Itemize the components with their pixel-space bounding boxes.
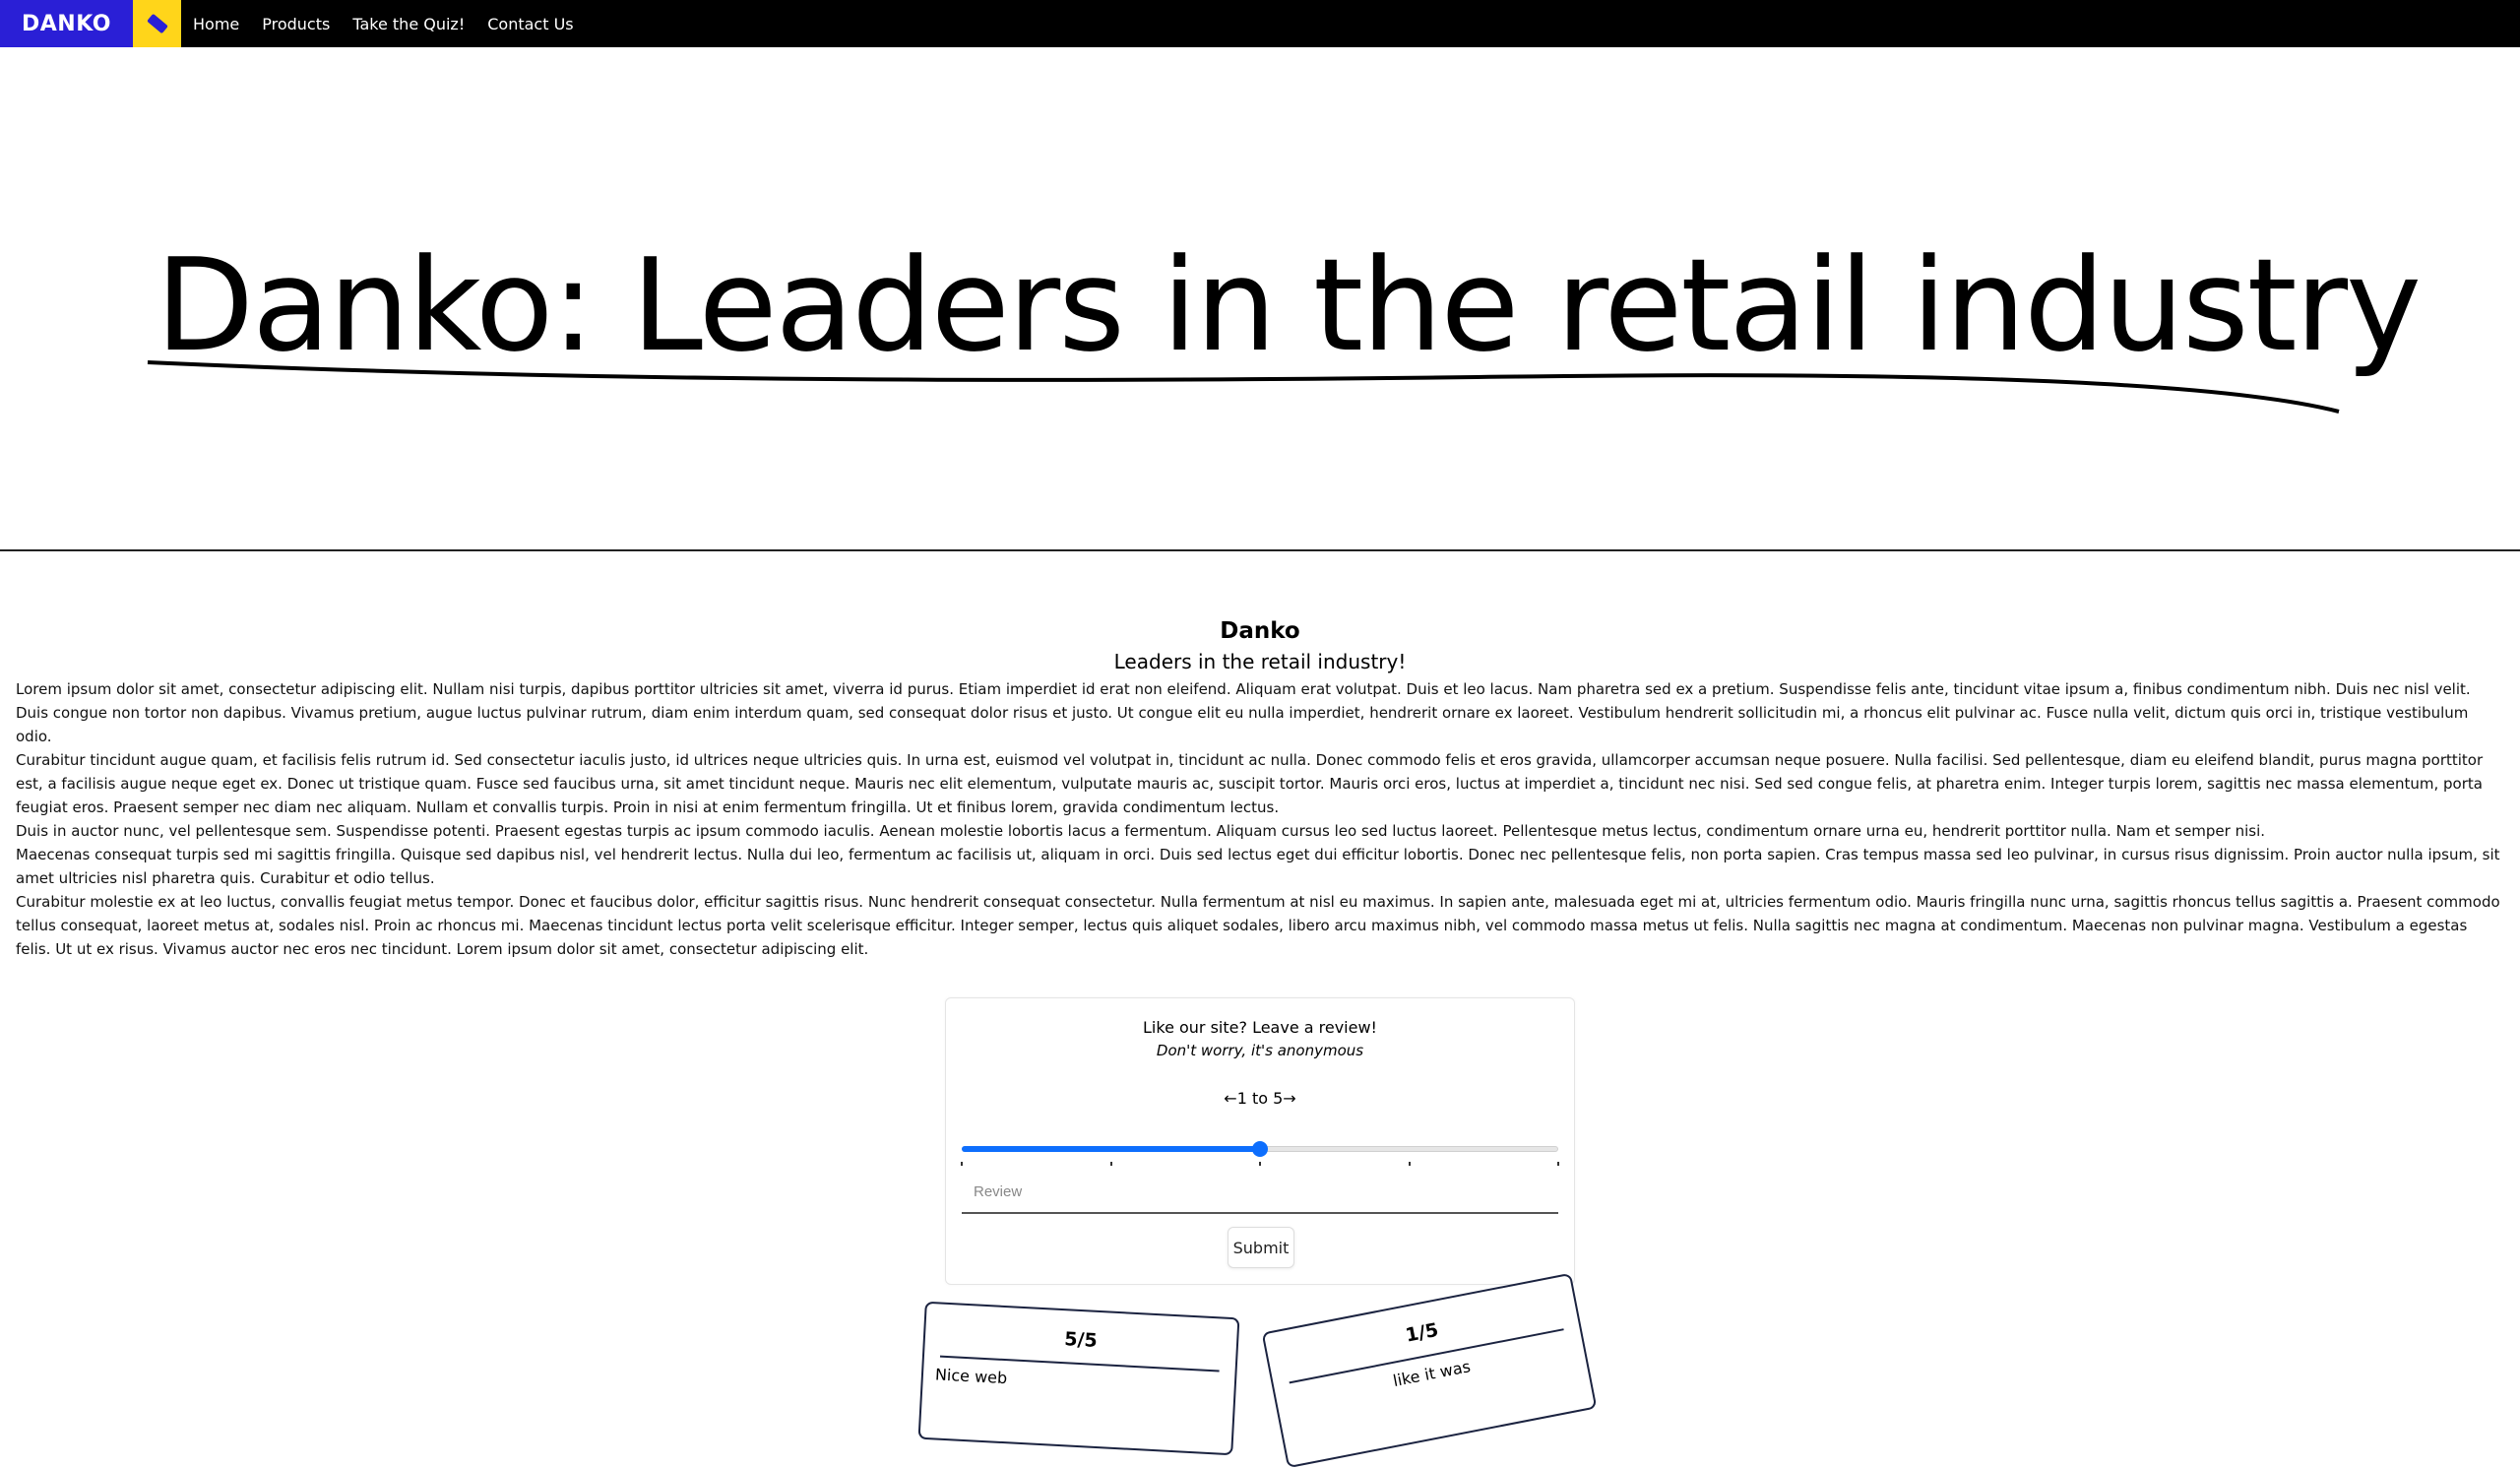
review-title: Like our site? Leave a review! (1143, 1018, 1377, 1037)
tag-icon[interactable] (133, 0, 181, 47)
rating-slider[interactable] (961, 1138, 1559, 1166)
review-subtitle: Don't worry, it's anonymous (1156, 1042, 1364, 1059)
paragraph: Curabitur tincidunt augue quam, et facil… (16, 751, 2484, 816)
card-score: 1/5 (1404, 1318, 1441, 1347)
slider-tick (961, 1162, 963, 1166)
slider-fill (962, 1146, 1260, 1152)
slider-tick (1109, 1162, 1112, 1166)
review-card: 1/5 like it was (1261, 1272, 1598, 1468)
top-navbar: DANKO Home Products Take the Quiz! Conta… (0, 0, 2520, 47)
review-input[interactable] (962, 1171, 1558, 1214)
submit-button[interactable]: Submit (1228, 1227, 1294, 1268)
nav-link-contact[interactable]: Contact Us (487, 15, 573, 33)
slider-thumb[interactable] (1252, 1141, 1268, 1157)
card-text: like it was (1391, 1357, 1473, 1391)
slider-tick (1259, 1162, 1261, 1166)
nav-link-home[interactable]: Home (193, 15, 239, 33)
paragraph: Duis in auctor nunc, vel pellentesque se… (16, 822, 2266, 840)
tag-icon-svg (147, 14, 167, 33)
content-subtitle: Leaders in the retail industry! (1113, 650, 1407, 673)
review-form: Like our site? Leave a review! Don't wor… (945, 997, 1575, 1285)
hero-underline (147, 360, 2340, 414)
slider-tick (1408, 1162, 1411, 1166)
review-card: 5/5 Nice web (917, 1301, 1240, 1456)
content-paragraphs: Lorem ipsum dolor sit amet, consectetur … (16, 677, 2504, 961)
nav-links: Home Products Take the Quiz! Contact Us (193, 15, 597, 33)
rating-range-label: ←1 to 5→ (1224, 1089, 1296, 1108)
content-title: Danko (1220, 618, 1300, 644)
brand-name: DANKO (22, 11, 111, 36)
nav-link-products[interactable]: Products (262, 15, 330, 33)
card-score: 5/5 (1063, 1328, 1099, 1352)
paragraph: Maecenas consequat turpis sed mi sagitti… (16, 846, 2500, 887)
hero-banner: Danko: Leaders in the retail industry (0, 47, 2520, 551)
paragraph: Curabitur molestie ex at leo luctus, con… (16, 893, 2500, 958)
slider-tick (1557, 1162, 1559, 1166)
nav-link-quiz[interactable]: Take the Quiz! (352, 15, 465, 33)
paragraph: Lorem ipsum dolor sit amet, consectetur … (16, 680, 2471, 745)
brand-logo[interactable]: DANKO (0, 0, 133, 47)
